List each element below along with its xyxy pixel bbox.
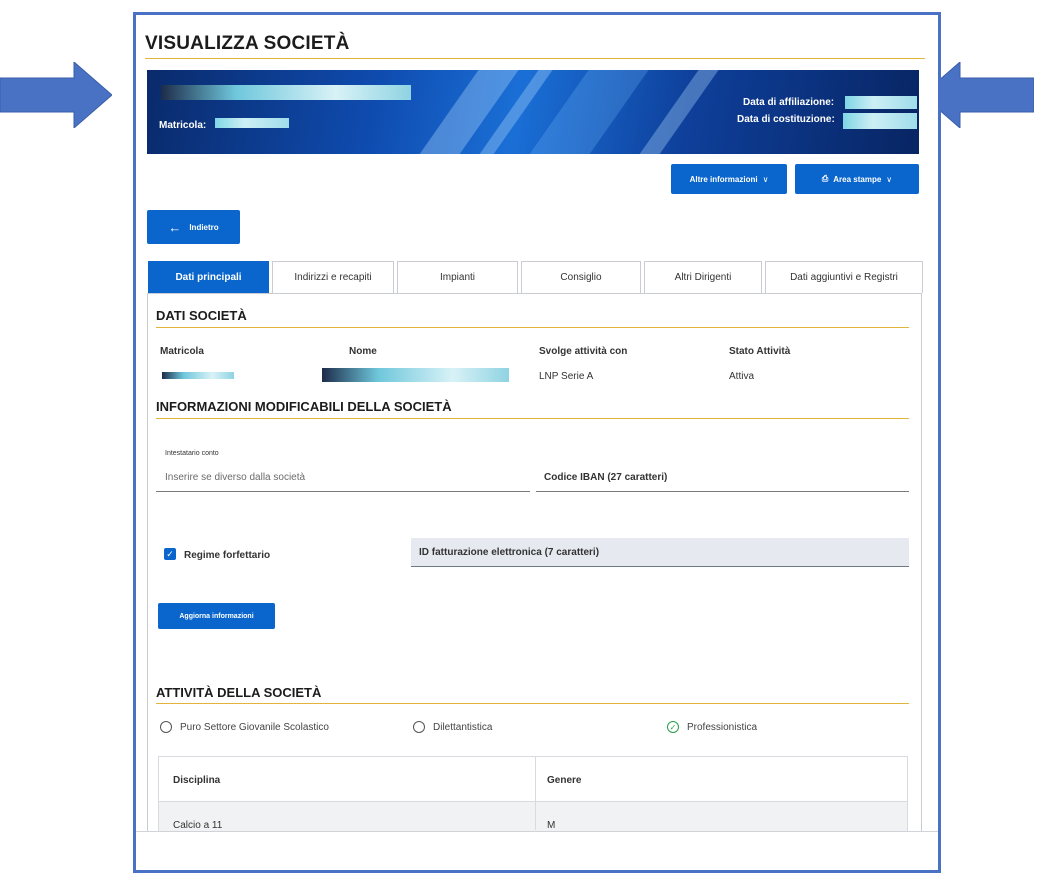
area-stampe-label: Area stampe bbox=[833, 174, 882, 184]
tab-indirizzi-recapiti[interactable]: Indirizzi e recapiti bbox=[272, 261, 394, 293]
app-frame: VISUALIZZA SOCIETÀ Matricola: Data di af… bbox=[133, 12, 941, 873]
altre-informazioni-button[interactable]: Altre informazioni ∨ bbox=[671, 164, 787, 194]
table-header: Disciplina Genere bbox=[159, 757, 907, 802]
tab-altri-dirigenti[interactable]: Altri Dirigenti bbox=[644, 261, 762, 293]
option-settore-giovanile[interactable]: Puro Settore Giovanile Scolastico bbox=[180, 722, 329, 733]
section-rule bbox=[156, 327, 909, 328]
affiliazione-label: Data di affiliazione: bbox=[743, 97, 835, 108]
table-row: Calcio a 11 M bbox=[159, 802, 907, 832]
attivita-value: LNP Serie A bbox=[539, 371, 594, 382]
disciplina-cell: Calcio a 11 bbox=[173, 820, 223, 831]
fatturazione-input[interactable]: ID fatturazione elettronica (7 caratteri… bbox=[411, 538, 909, 567]
altre-informazioni-label: Altre informazioni bbox=[689, 174, 758, 184]
option-professionistica[interactable]: Professionistica bbox=[687, 722, 757, 733]
back-button-label: Indietro bbox=[189, 222, 219, 232]
check-circle-icon[interactable]: ✓ bbox=[667, 721, 679, 733]
nome-header: Nome bbox=[349, 346, 377, 357]
page-title: VISUALIZZA SOCIETÀ bbox=[145, 33, 350, 54]
attivita-societa-title: ATTIVITÀ DELLA SOCIETÀ bbox=[156, 685, 322, 700]
tab-impianti[interactable]: Impianti bbox=[397, 261, 518, 293]
matricola-header: Matricola bbox=[160, 346, 204, 357]
radio-icon[interactable] bbox=[413, 721, 425, 733]
matricola-value-redacted bbox=[162, 372, 234, 379]
attivita-header: Svolge attività con bbox=[539, 346, 628, 357]
costituzione-value-redacted bbox=[843, 113, 917, 129]
chevron-down-icon: ∨ bbox=[886, 174, 893, 184]
iban-input[interactable]: Codice IBAN (27 caratteri) bbox=[544, 472, 667, 483]
regime-checkbox[interactable]: ✓ bbox=[164, 548, 176, 560]
screenshot-stage: VISUALIZZA SOCIETÀ Matricola: Data di af… bbox=[0, 0, 1040, 877]
section-rule bbox=[156, 703, 909, 704]
genere-cell: M bbox=[547, 820, 556, 831]
matricola-value-redacted bbox=[215, 118, 289, 128]
printer-icon: ⎙ bbox=[821, 174, 829, 183]
matricola-label: Matricola: bbox=[159, 120, 207, 131]
society-name-redacted bbox=[161, 85, 411, 100]
stato-header: Stato Attività bbox=[729, 346, 791, 357]
society-banner: Matricola: Data di affiliazione: Data di… bbox=[147, 70, 919, 154]
genere-header: Genere bbox=[547, 775, 582, 786]
disciplina-header: Disciplina bbox=[173, 775, 221, 786]
costituzione-label: Data di costituzione: bbox=[737, 114, 835, 125]
tab-consiglio[interactable]: Consiglio bbox=[521, 261, 641, 293]
dati-societa-title: DATI SOCIETÀ bbox=[156, 308, 247, 323]
iban-underline bbox=[536, 491, 909, 492]
info-modificabili-title: INFORMAZIONI MODIFICABILI DELLA SOCIETÀ bbox=[156, 399, 452, 414]
area-stampe-button[interactable]: ⎙ Area stampe ∨ bbox=[795, 164, 919, 194]
disciplina-table: Disciplina Genere Calcio a 11 M bbox=[158, 756, 908, 832]
intestatario-underline bbox=[156, 491, 530, 492]
title-rule bbox=[145, 58, 925, 59]
regime-label: Regime forfettario bbox=[184, 550, 271, 561]
affiliazione-value-redacted bbox=[845, 96, 917, 109]
aggiorna-informazioni-button[interactable]: Aggiorna informazioni bbox=[158, 603, 275, 629]
chevron-down-icon: ∨ bbox=[762, 174, 769, 184]
option-dilettantistica[interactable]: Dilettantistica bbox=[433, 722, 492, 733]
table-divider bbox=[535, 757, 536, 830]
nome-value-redacted bbox=[322, 368, 509, 382]
back-arrow-icon: ← bbox=[168, 219, 182, 235]
tab-dati-aggiuntivi[interactable]: Dati aggiuntivi e Registri bbox=[765, 261, 923, 293]
banner-decoration bbox=[628, 70, 726, 154]
intestatario-input[interactable]: Inserire se diverso dalla società bbox=[165, 472, 305, 483]
arrow-right-icon bbox=[0, 62, 112, 128]
radio-icon[interactable] bbox=[160, 721, 172, 733]
section-rule bbox=[156, 418, 909, 419]
stato-value: Attiva bbox=[729, 371, 755, 382]
tab-dati-principali[interactable]: Dati principali bbox=[148, 261, 269, 293]
footer-bar bbox=[136, 831, 938, 870]
intestatario-label: Intestatario conto bbox=[165, 450, 219, 457]
back-button[interactable]: ← Indietro bbox=[147, 210, 240, 244]
